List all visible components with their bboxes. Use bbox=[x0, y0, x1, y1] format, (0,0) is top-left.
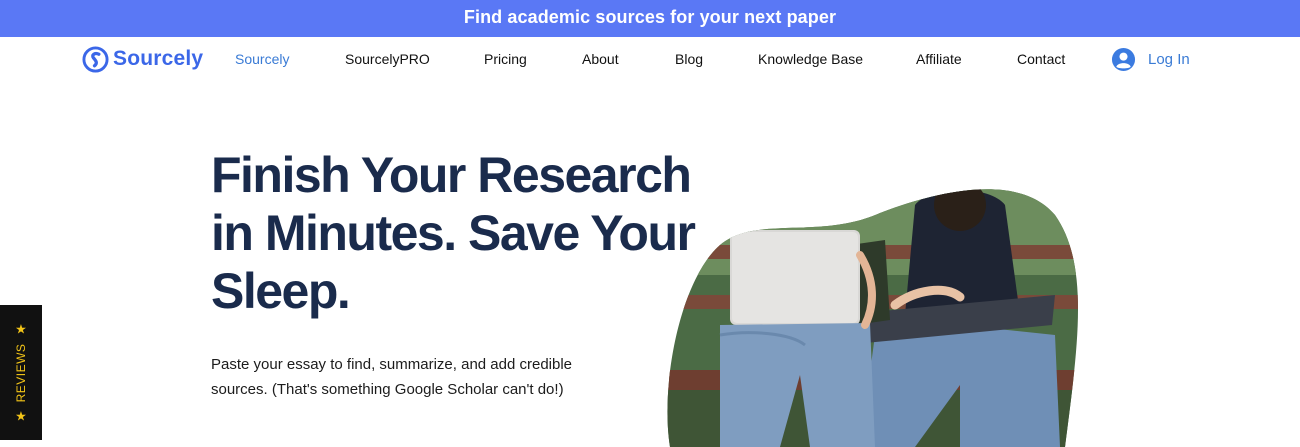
announcement-banner[interactable]: Find academic sources for your next pape… bbox=[0, 0, 1300, 37]
reviews-tab[interactable]: ★ REVIEWS ★ bbox=[0, 305, 42, 440]
login-button[interactable]: Log In bbox=[1111, 47, 1190, 72]
top-navigation: Sourcely Sourcely SourcelyPRO Pricing Ab… bbox=[0, 37, 1300, 83]
nav-item-knowledge-base[interactable]: Knowledge Base bbox=[758, 51, 863, 67]
logo-text: Sourcely bbox=[113, 47, 204, 70]
hero-subtitle: Paste your essay to find, summarize, and… bbox=[211, 356, 573, 398]
nav-item-about[interactable]: About bbox=[582, 51, 619, 67]
star-icon: ★ bbox=[15, 321, 27, 337]
nav-item-contact[interactable]: Contact bbox=[1017, 51, 1065, 67]
reviews-label: REVIEWS bbox=[14, 343, 28, 402]
hero-title: Finish Your Research in Minutes. Save Yo… bbox=[211, 147, 696, 319]
banner-text: Find academic sources for your next pape… bbox=[463, 7, 837, 27]
star-icon: ★ bbox=[15, 407, 27, 423]
nav-item-sourcelypro[interactable]: SourcelyPRO bbox=[345, 51, 430, 67]
sourcely-logo-icon bbox=[82, 45, 109, 73]
user-avatar-icon bbox=[1111, 47, 1136, 72]
nav-item-affiliate[interactable]: Affiliate bbox=[916, 51, 962, 67]
nav-item-sourcely[interactable]: Sourcely bbox=[235, 51, 289, 67]
nav-item-blog[interactable]: Blog bbox=[675, 51, 703, 67]
logo-link[interactable]: Sourcely bbox=[82, 45, 203, 73]
login-label: Log In bbox=[1148, 51, 1190, 68]
nav-item-pricing[interactable]: Pricing bbox=[484, 51, 527, 67]
hero-photo bbox=[667, 189, 1079, 447]
